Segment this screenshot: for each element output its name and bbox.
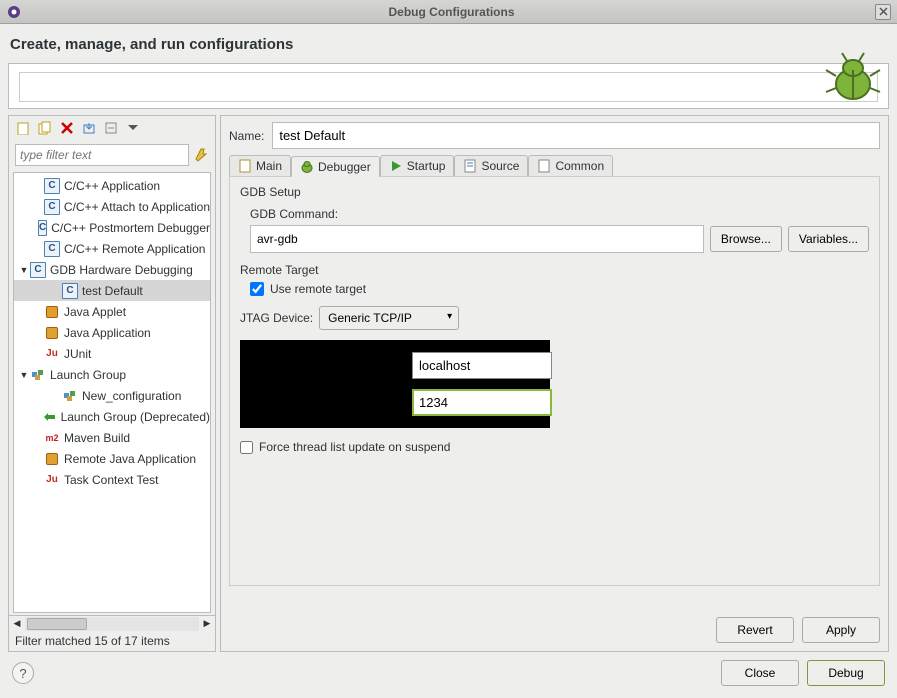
- remote-target-params: [240, 340, 550, 428]
- config-toolbar: [9, 116, 215, 140]
- tree-item-test-default[interactable]: Ctest Default: [14, 280, 210, 301]
- tree-item-java-applet[interactable]: Java Applet: [14, 301, 210, 322]
- tree-item-launch-group-dep[interactable]: Launch Group (Deprecated): [14, 406, 210, 427]
- name-label: Name:: [229, 129, 264, 143]
- filter-status: Filter matched 15 of 17 items: [9, 631, 215, 651]
- scroll-right-icon[interactable]: ▶: [199, 618, 215, 629]
- play-icon: [389, 159, 403, 173]
- bug-icon: [824, 50, 882, 108]
- config-tree[interactable]: CC/C++ Application CC/C++ Attach to Appl…: [13, 172, 211, 613]
- tab-common[interactable]: Common: [528, 155, 613, 176]
- remote-target-title: Remote Target: [240, 263, 869, 277]
- bug-small-icon: [300, 160, 314, 174]
- window-title: Debug Configurations: [28, 5, 875, 19]
- tree-item-gdb-hw[interactable]: ▼CGDB Hardware Debugging: [14, 259, 210, 280]
- new-config-icon[interactable]: [15, 120, 31, 136]
- tree-item-junit[interactable]: JuJUnit: [14, 343, 210, 364]
- tab-debugger[interactable]: Debugger: [291, 156, 380, 177]
- titlebar: Debug Configurations: [0, 0, 897, 24]
- variables-button[interactable]: Variables...: [788, 226, 869, 252]
- gdb-command-label: GDB Command:: [250, 207, 869, 221]
- common-icon: [537, 159, 551, 173]
- host-input[interactable]: [412, 352, 552, 379]
- name-input[interactable]: [272, 122, 880, 149]
- header-message-box: [19, 72, 878, 102]
- revert-button[interactable]: Revert: [716, 617, 794, 643]
- force-thread-label: Force thread list update on suspend: [259, 440, 450, 454]
- force-thread-checkbox[interactable]: [240, 441, 253, 454]
- dialog-header: [8, 63, 889, 109]
- filter-input[interactable]: [15, 144, 189, 166]
- app-icon: [6, 4, 22, 20]
- help-icon[interactable]: ?: [12, 662, 34, 684]
- port-input[interactable]: [412, 389, 552, 416]
- tree-item-c-remote[interactable]: CC/C++ Remote Application: [14, 238, 210, 259]
- scrollbar-thumb[interactable]: [27, 618, 87, 630]
- scroll-left-icon[interactable]: ◀: [9, 618, 25, 629]
- tree-item-c-postmortem[interactable]: CC/C++ Postmortem Debugger: [14, 217, 210, 238]
- collapse-all-icon[interactable]: [103, 120, 119, 136]
- left-panel: CC/C++ Application CC/C++ Attach to Appl…: [8, 115, 216, 652]
- tree-item-c-app[interactable]: CC/C++ Application: [14, 175, 210, 196]
- jtag-device-select[interactable]: Generic TCP/IP: [319, 306, 459, 330]
- use-remote-label: Use remote target: [270, 282, 366, 296]
- tree-item-launch-group[interactable]: ▼Launch Group: [14, 364, 210, 385]
- browse-button[interactable]: Browse...: [710, 226, 782, 252]
- tree-item-remote-java[interactable]: Remote Java Application: [14, 448, 210, 469]
- tree-item-java-app[interactable]: Java Application: [14, 322, 210, 343]
- tree-item-maven[interactable]: m2Maven Build: [14, 427, 210, 448]
- source-icon: [463, 159, 477, 173]
- debug-button[interactable]: Debug: [807, 660, 885, 686]
- tree-item-new-config[interactable]: New_configuration: [14, 385, 210, 406]
- group-title: GDB Setup: [240, 185, 869, 199]
- export-config-icon[interactable]: [81, 120, 97, 136]
- tree-item-task-context[interactable]: JuTask Context Test: [14, 469, 210, 490]
- tree-item-c-attach[interactable]: CC/C++ Attach to Application: [14, 196, 210, 217]
- clear-filter-icon[interactable]: [193, 146, 209, 165]
- use-remote-checkbox[interactable]: [250, 282, 264, 296]
- close-button[interactable]: Close: [721, 660, 799, 686]
- duplicate-config-icon[interactable]: [37, 120, 53, 136]
- tab-source[interactable]: Source: [454, 155, 528, 176]
- jtag-device-label: JTAG Device:: [240, 311, 313, 325]
- tab-main[interactable]: Main: [229, 155, 291, 176]
- gdb-setup-group: GDB Setup GDB Command: Browse... Variabl…: [229, 176, 880, 586]
- filter-menu-icon[interactable]: [125, 120, 141, 136]
- gdb-command-input[interactable]: [250, 225, 704, 253]
- dialog-footer: ? Close Debug: [8, 652, 889, 690]
- page-icon: [238, 159, 252, 173]
- delete-config-icon[interactable]: [59, 120, 75, 136]
- tab-startup[interactable]: Startup: [380, 155, 455, 176]
- apply-button[interactable]: Apply: [802, 617, 880, 643]
- close-icon[interactable]: [875, 4, 891, 20]
- tab-bar: Main Debugger Startup Source Common: [229, 155, 880, 177]
- tree-scrollbar[interactable]: ◀ ▶: [9, 615, 215, 631]
- dialog-heading: Create, manage, and run configurations: [8, 32, 889, 57]
- right-panel: Name: Main Debugger Startup Source Commo…: [220, 115, 889, 652]
